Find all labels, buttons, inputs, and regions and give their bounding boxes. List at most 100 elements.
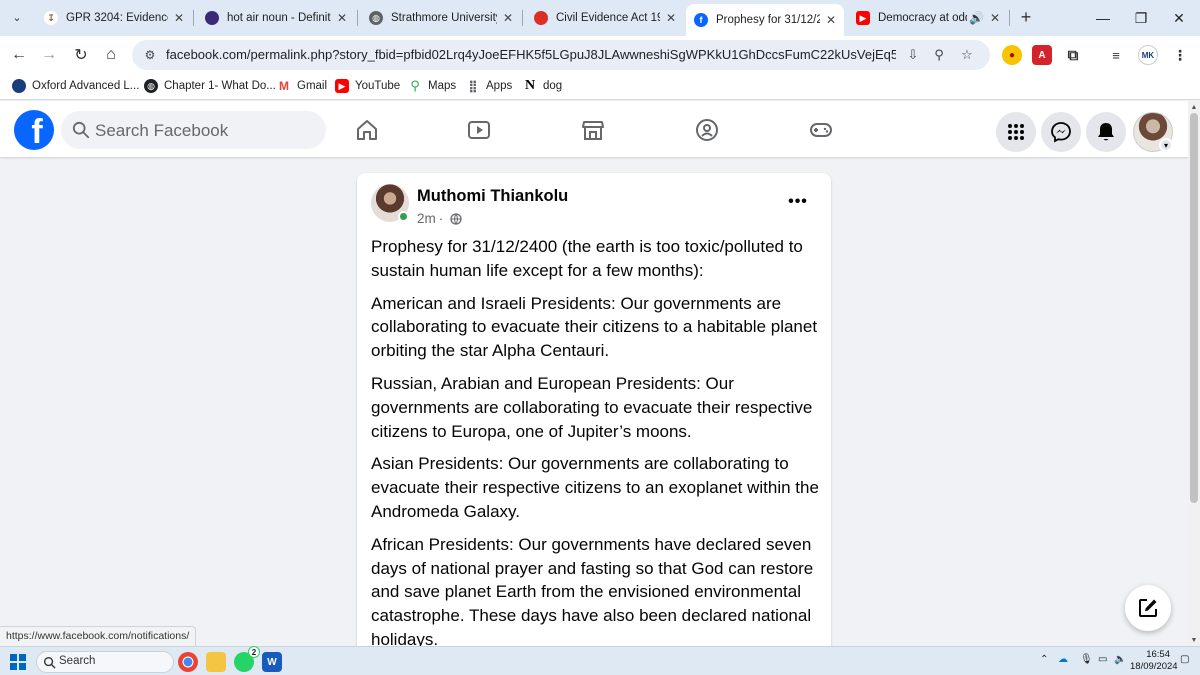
post-paragraph: Russian, Arabian and European Presidents… xyxy=(371,373,813,441)
tab-title: hot air noun - Definitio xyxy=(227,12,331,24)
online-status-dot xyxy=(398,211,409,222)
post-options-button[interactable]: ••• xyxy=(785,189,811,215)
taskbar-clock[interactable]: 16:54 18/09/2024 xyxy=(1130,649,1178,673)
close-tab-icon[interactable]: ✕ xyxy=(337,11,347,25)
tray-chevron-icon[interactable]: ⌃ xyxy=(1040,654,1048,665)
search-placeholder: Search Facebook xyxy=(95,121,229,140)
tab-title: Democracy at odd xyxy=(878,12,967,24)
tab-title: Civil Evidence Act 199 xyxy=(556,12,660,24)
post-author-name[interactable]: Muthomi Thiankolu xyxy=(417,187,568,206)
bookmark-star-icon[interactable]: ☆ xyxy=(958,46,976,64)
profile-avatar[interactable]: MK xyxy=(1138,45,1158,65)
scroll-up-arrow-icon[interactable]: ▲ xyxy=(1188,101,1200,113)
close-window-icon[interactable]: ✕ xyxy=(1156,0,1200,36)
messenger-icon[interactable] xyxy=(1041,112,1081,152)
dictionary-favicon-icon xyxy=(205,11,219,25)
extensions-puzzle-icon[interactable]: ⧉ xyxy=(1063,45,1083,65)
search-icon xyxy=(72,121,90,139)
chrome-app-icon[interactable] xyxy=(178,652,198,672)
reading-list-icon[interactable]: ≡ xyxy=(1106,45,1126,65)
close-tab-icon[interactable]: ✕ xyxy=(826,13,836,27)
globe-favicon-icon: ◍ xyxy=(369,11,383,25)
new-message-button[interactable] xyxy=(1125,585,1171,631)
taskbar-search-input[interactable]: Search xyxy=(36,651,174,673)
browser-tab[interactable]: Civil Evidence Act 199 ✕ xyxy=(526,4,684,32)
tab-search-chevron-icon[interactable]: ⌄ xyxy=(6,6,28,28)
browser-tab[interactable]: hot air noun - Definitio ✕ xyxy=(197,4,355,32)
clock-time: 16:54 xyxy=(1146,649,1170,660)
download-favicon-icon: ↧ xyxy=(44,11,58,25)
maps-pin-icon: ⚲ xyxy=(410,78,420,93)
youtube-favicon-icon: ▶ xyxy=(856,11,870,25)
word-app-icon[interactable]: W xyxy=(262,652,282,672)
video-icon[interactable] xyxy=(464,115,494,145)
home-page-icon[interactable]: ⌂ xyxy=(98,42,124,68)
network-icon[interactable]: ▭ xyxy=(1098,654,1107,665)
apps-grid-icon: ⣿ xyxy=(468,79,478,93)
install-app-icon[interactable]: ⇩ xyxy=(904,46,922,64)
zoom-icon[interactable]: ⚲ xyxy=(930,46,948,64)
post-paragraph: Prophesy for 31/12/2400 (the earth is to… xyxy=(371,237,803,280)
post-paragraph: American and Israeli Presidents: Our gov… xyxy=(371,293,818,361)
home-icon[interactable] xyxy=(352,115,382,145)
tab-title: GPR 3204: Evidence I xyxy=(66,12,168,24)
windows-start-icon[interactable] xyxy=(10,654,26,670)
bookmark-item[interactable]: Oxford Advanced L... xyxy=(12,79,139,93)
post-timestamp[interactable]: 2m xyxy=(417,211,436,226)
facebook-logo-icon[interactable]: f xyxy=(14,110,54,150)
post-paragraph: African Presidents: Our governments have… xyxy=(371,534,814,649)
bookmark-item[interactable]: ▶ YouTube xyxy=(335,79,400,93)
url-text[interactable]: facebook.com/permalink.php?story_fbid=pf… xyxy=(166,47,896,62)
tab-title: Strathmore University xyxy=(391,12,497,24)
bookmark-item[interactable]: ⚲ Maps xyxy=(408,78,456,93)
browser-tab[interactable]: ↧ GPR 3204: Evidence I ✕ xyxy=(36,4,192,32)
whatsapp-app-icon[interactable]: 2 xyxy=(234,646,260,672)
tab-title: Prophesy for 31/12/24 xyxy=(716,14,820,26)
onedrive-icon[interactable]: ☁ xyxy=(1058,654,1068,665)
whatsapp-badge: 2 xyxy=(248,646,260,658)
bookmark-item[interactable]: ◍ Chapter 1- What Do... xyxy=(144,79,276,93)
notification-center-icon[interactable]: ▢ xyxy=(1180,654,1189,665)
site-info-icon[interactable]: ⚙ xyxy=(142,47,158,63)
forward-icon[interactable]: → xyxy=(36,42,62,68)
new-tab-button[interactable]: + xyxy=(1015,6,1037,28)
notifications-icon[interactable] xyxy=(1086,112,1126,152)
scroll-down-arrow-icon[interactable]: ▼ xyxy=(1188,634,1200,646)
pdf-extension-icon[interactable]: A xyxy=(1032,45,1052,65)
browser-tab[interactable]: ◍ Strathmore University ✕ xyxy=(361,4,521,32)
audio-playing-icon[interactable]: 🔊 xyxy=(969,11,984,25)
meta-separator: · xyxy=(438,211,444,226)
chevron-down-icon[interactable]: ▾ xyxy=(1159,138,1173,152)
bookmark-item[interactable]: N dog xyxy=(523,78,562,93)
browser-tab[interactable]: ▶ Democracy at odd 🔊 ✕ xyxy=(848,4,1008,32)
groups-icon[interactable] xyxy=(692,115,722,145)
reload-icon[interactable]: ↻ xyxy=(68,42,94,68)
address-bar[interactable]: ⚙ facebook.com/permalink.php?story_fbid=… xyxy=(132,40,990,70)
extension-icon[interactable]: ● xyxy=(1002,45,1022,65)
scrollbar-thumb[interactable] xyxy=(1190,113,1198,503)
red-favicon-icon xyxy=(534,11,548,25)
close-tab-icon[interactable]: ✕ xyxy=(666,11,676,25)
mic-muted-icon[interactable]: 🎙 xyxy=(1080,654,1093,665)
chrome-menu-icon[interactable]: ⋮ xyxy=(1170,45,1190,65)
youtube-icon: ▶ xyxy=(335,79,349,93)
bookmark-item[interactable]: ⣿ Apps xyxy=(466,79,512,93)
facebook-search-input[interactable]: Search Facebook xyxy=(61,111,326,149)
bookmark-item[interactable]: M Gmail xyxy=(277,79,327,93)
gmail-icon: M xyxy=(279,79,289,93)
volume-icon[interactable]: 🔈 xyxy=(1114,654,1126,665)
browser-tab-active[interactable]: f Prophesy for 31/12/24 ✕ xyxy=(686,4,844,36)
oxford-icon xyxy=(12,79,26,93)
close-tab-icon[interactable]: ✕ xyxy=(990,11,1000,25)
gaming-icon[interactable] xyxy=(806,115,836,145)
search-icon xyxy=(43,656,56,669)
marketplace-icon[interactable] xyxy=(578,115,608,145)
menu-grid-icon[interactable] xyxy=(996,112,1036,152)
file-explorer-icon[interactable] xyxy=(206,652,226,672)
facebook-header: f Search Facebook ▾ xyxy=(0,101,1188,157)
page-scrollbar[interactable]: ▲ ▼ xyxy=(1188,101,1200,646)
back-icon[interactable]: ← xyxy=(6,42,32,68)
post-card: Muthomi Thiankolu 2m · ••• Prophesy for … xyxy=(357,173,831,653)
close-tab-icon[interactable]: ✕ xyxy=(174,11,184,25)
close-tab-icon[interactable]: ✕ xyxy=(503,11,513,25)
